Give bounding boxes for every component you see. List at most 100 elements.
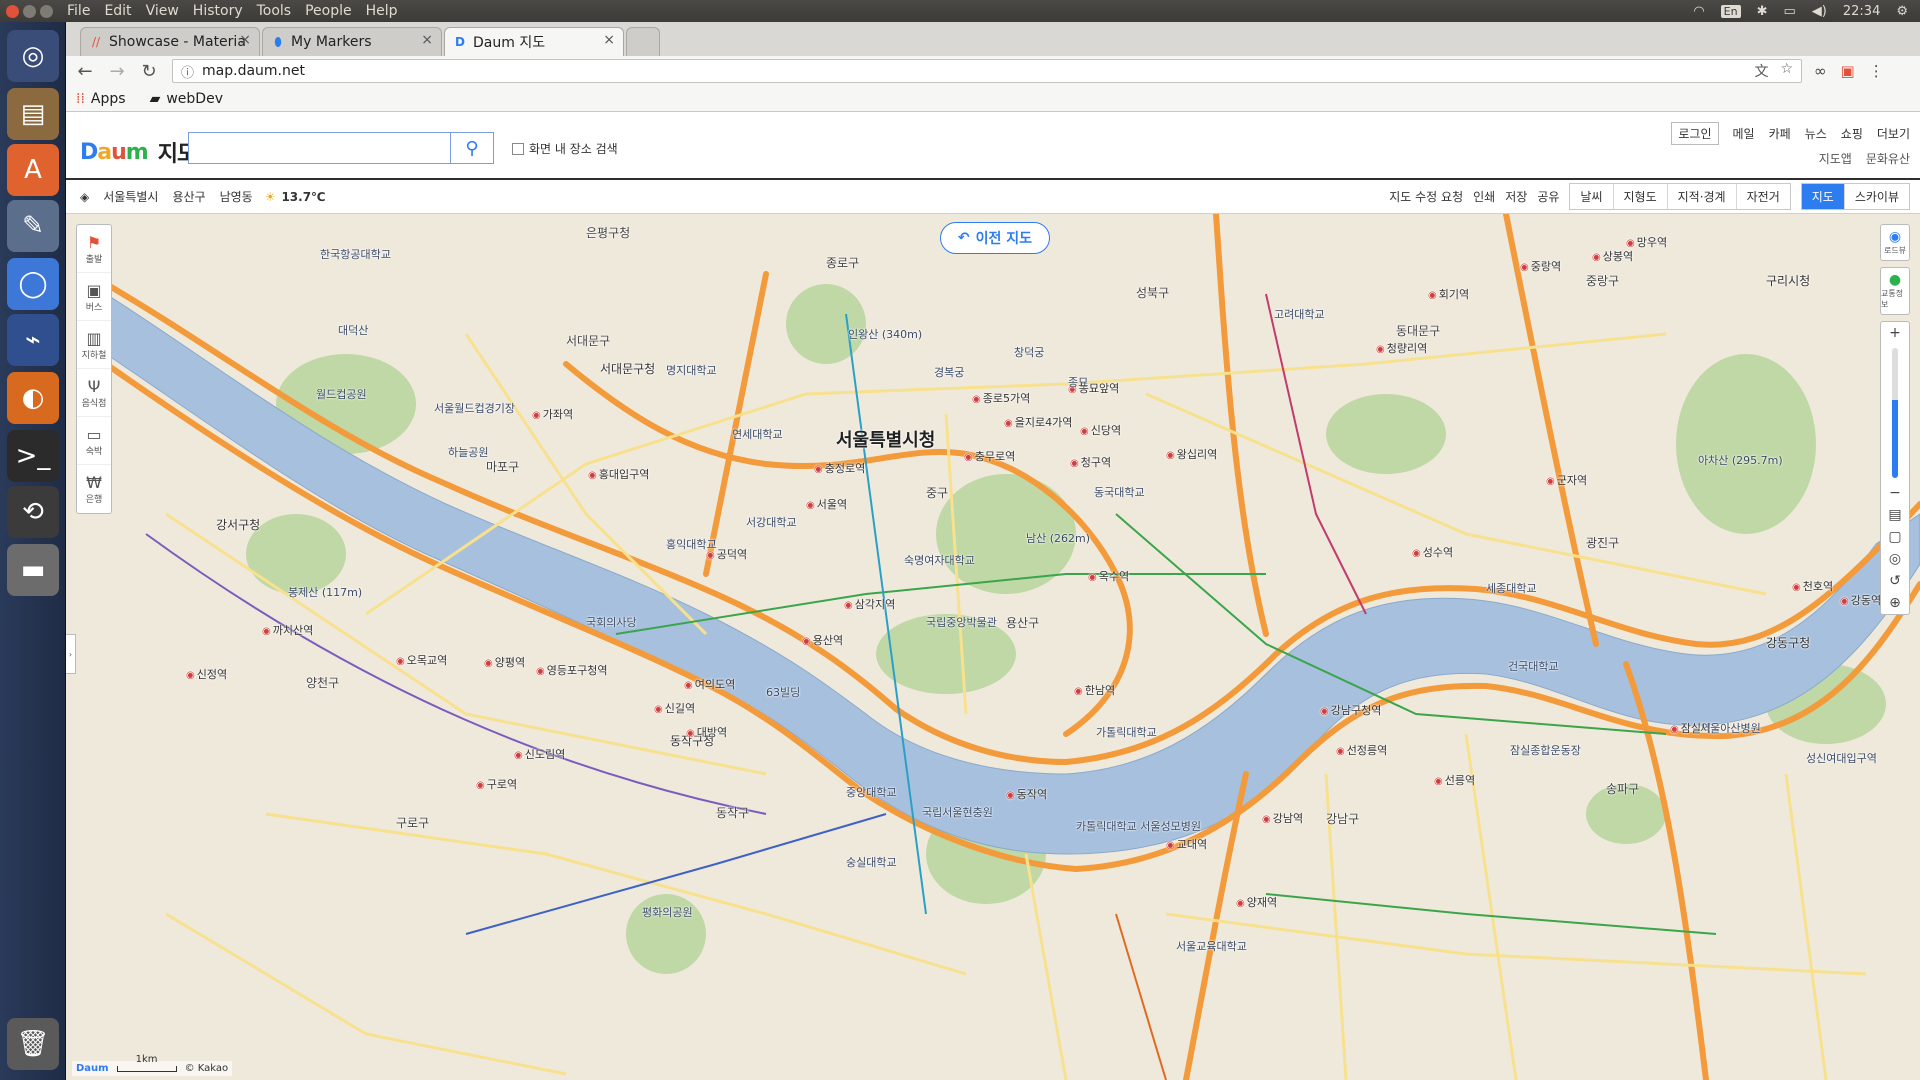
- map-search-input[interactable]: [188, 132, 450, 164]
- lodging-button[interactable]: ▭ 숙박: [77, 417, 111, 465]
- clock[interactable]: 22:34: [1843, 4, 1880, 19]
- poi-label[interactable]: 국립중앙박물관: [926, 614, 997, 630]
- zoom-slider[interactable]: [1892, 348, 1898, 478]
- station-label[interactable]: 한남역: [1074, 682, 1115, 698]
- minimize-window-icon[interactable]: [23, 4, 36, 18]
- restaurant-button[interactable]: Ψ 음식점: [77, 369, 111, 417]
- station-label[interactable]: 성수역: [1412, 544, 1453, 560]
- weather-widget[interactable]: ☀ 13.7℃: [265, 190, 326, 204]
- roadview-button[interactable]: ◉ 로드뷰: [1880, 224, 1910, 261]
- poi-label[interactable]: 한국항공대학교: [320, 246, 391, 262]
- station-label[interactable]: 신도림역: [514, 746, 565, 762]
- bank-button[interactable]: ₩ 은행: [77, 465, 111, 513]
- menu-edit[interactable]: Edit: [104, 3, 131, 19]
- station-label[interactable]: 신정역: [186, 666, 227, 682]
- tab-terrain[interactable]: 지형도: [1613, 184, 1668, 209]
- station-label[interactable]: 서울역: [806, 496, 847, 512]
- station-label[interactable]: 동작역: [1006, 786, 1047, 802]
- traffic-button[interactable]: ● 교통정보: [1880, 267, 1910, 315]
- station-label[interactable]: 중랑역: [1520, 258, 1561, 274]
- poi-label[interactable]: 가톨릭대학교: [1096, 724, 1157, 740]
- breadcrumb-city[interactable]: 서울특별시: [103, 188, 158, 205]
- station-label[interactable]: 청량리역: [1376, 340, 1427, 356]
- software-updater-icon[interactable]: ⟲: [7, 486, 59, 538]
- previous-map-button[interactable]: ↶ 이전 지도: [940, 222, 1050, 254]
- station-label[interactable]: 삼각지역: [844, 596, 895, 612]
- subway-button[interactable]: ▥ 지하철: [77, 321, 111, 369]
- station-label[interactable]: 구로역: [476, 776, 517, 792]
- station-label[interactable]: 양평역: [484, 654, 525, 670]
- network-icon[interactable]: ⌁: [7, 314, 59, 366]
- station-label[interactable]: 대방역: [686, 724, 727, 740]
- menu-tools[interactable]: Tools: [257, 3, 292, 19]
- trash-icon[interactable]: 🗑: [7, 1018, 59, 1070]
- station-label[interactable]: 강남역: [1262, 810, 1303, 826]
- firefox-icon[interactable]: ◐: [7, 372, 59, 424]
- poi-label[interactable]: 잠실종합운동장: [1510, 742, 1581, 758]
- poi-label[interactable]: 평화의공원: [642, 904, 693, 920]
- tab-skyview[interactable]: 스카이뷰: [1844, 184, 1909, 209]
- breadcrumb-district[interactable]: 용산구: [172, 188, 205, 205]
- gear-icon[interactable]: ⚙: [1896, 4, 1908, 19]
- station-label[interactable]: 상봉역: [1592, 248, 1633, 264]
- station-label[interactable]: 오목교역: [396, 652, 447, 668]
- station-label[interactable]: 용산역: [802, 632, 843, 648]
- menu-people[interactable]: People: [305, 3, 352, 19]
- station-label[interactable]: 까치산역: [262, 622, 313, 638]
- ruler-icon[interactable]: ▤: [1881, 504, 1909, 526]
- link-cafe[interactable]: 카페: [1769, 125, 1791, 142]
- poi-label[interactable]: 하늘공원: [448, 444, 488, 460]
- station-label[interactable]: 회기역: [1428, 286, 1469, 302]
- drive-icon[interactable]: ▬: [7, 544, 59, 596]
- menu-file[interactable]: File: [67, 3, 90, 19]
- poi-label[interactable]: 숙명여자대학교: [904, 552, 975, 568]
- daum-logo[interactable]: Daum 지도: [80, 136, 197, 168]
- poi-label[interactable]: 아차산 (295.7m): [1698, 452, 1783, 468]
- tab-map[interactable]: 지도: [1801, 184, 1845, 209]
- station-label[interactable]: 강남구청역: [1320, 702, 1382, 718]
- close-icon[interactable]: ×: [239, 32, 251, 48]
- expand-panel-handle[interactable]: ›: [66, 634, 76, 674]
- new-tab-button[interactable]: [626, 27, 660, 56]
- screen-scope-checkbox[interactable]: 화면 내 장소 검색: [512, 140, 618, 157]
- link-map-app[interactable]: 지도앱: [1819, 150, 1852, 167]
- terminal-icon[interactable]: >_: [7, 430, 59, 482]
- incognito-glasses-icon[interactable]: ∞: [1814, 62, 1827, 80]
- maximize-window-icon[interactable]: [40, 4, 53, 18]
- poi-label[interactable]: 인왕산 (340m): [848, 326, 922, 342]
- bus-button[interactable]: ▣ 버스: [77, 273, 111, 321]
- poi-label[interactable]: 국회의사당: [586, 614, 637, 630]
- station-label[interactable]: 교대역: [1166, 836, 1207, 852]
- poi-label[interactable]: 월드컵공원: [316, 386, 367, 402]
- poi-label[interactable]: 서울월드컵경기장: [434, 400, 515, 416]
- tab-weather[interactable]: 날씨: [1570, 184, 1614, 209]
- poi-label[interactable]: 종묘: [1068, 374, 1088, 390]
- menu-view[interactable]: View: [146, 3, 179, 19]
- poi-label[interactable]: 성신여대입구역: [1806, 750, 1877, 766]
- ubuntu-dash-icon[interactable]: ◎: [7, 30, 59, 82]
- tab-my-markers[interactable]: ⬮ My Markers ×: [262, 27, 442, 56]
- station-label[interactable]: 천호역: [1792, 578, 1833, 594]
- zoom-in-button[interactable]: +: [1881, 322, 1909, 344]
- chromium-icon[interactable]: ◯: [7, 258, 59, 310]
- radius-icon[interactable]: ◎: [1881, 548, 1909, 570]
- station-label[interactable]: 강동역: [1840, 592, 1881, 608]
- station-label[interactable]: 충정로역: [814, 460, 865, 476]
- poi-label[interactable]: 세종대학교: [1486, 580, 1537, 596]
- address-bar[interactable]: ⓘ map.daum.net 文 ☆: [172, 59, 1802, 83]
- poi-label[interactable]: 서강대학교: [746, 514, 797, 530]
- poi-label[interactable]: 63빌딩: [766, 684, 800, 700]
- edit-request-link[interactable]: 지도 수정 요청: [1389, 188, 1463, 205]
- station-label[interactable]: 양재역: [1236, 894, 1277, 910]
- volume-icon[interactable]: ◀): [1812, 4, 1827, 19]
- reset-icon[interactable]: ↺: [1881, 570, 1909, 592]
- keyboard-layout-indicator[interactable]: En: [1720, 4, 1741, 18]
- poi-label[interactable]: 대덕산: [338, 322, 368, 338]
- reload-button[interactable]: ↻: [136, 58, 162, 84]
- poi-label[interactable]: 고려대학교: [1274, 306, 1325, 322]
- poi-label[interactable]: 서울교육대학교: [1176, 938, 1247, 954]
- station-label[interactable]: 신당역: [1080, 422, 1121, 438]
- battery-icon[interactable]: ▭: [1784, 4, 1796, 19]
- poi-label[interactable]: 숭실대학교: [846, 854, 897, 870]
- tab-daum-map[interactable]: D Daum 지도 ×: [444, 27, 624, 56]
